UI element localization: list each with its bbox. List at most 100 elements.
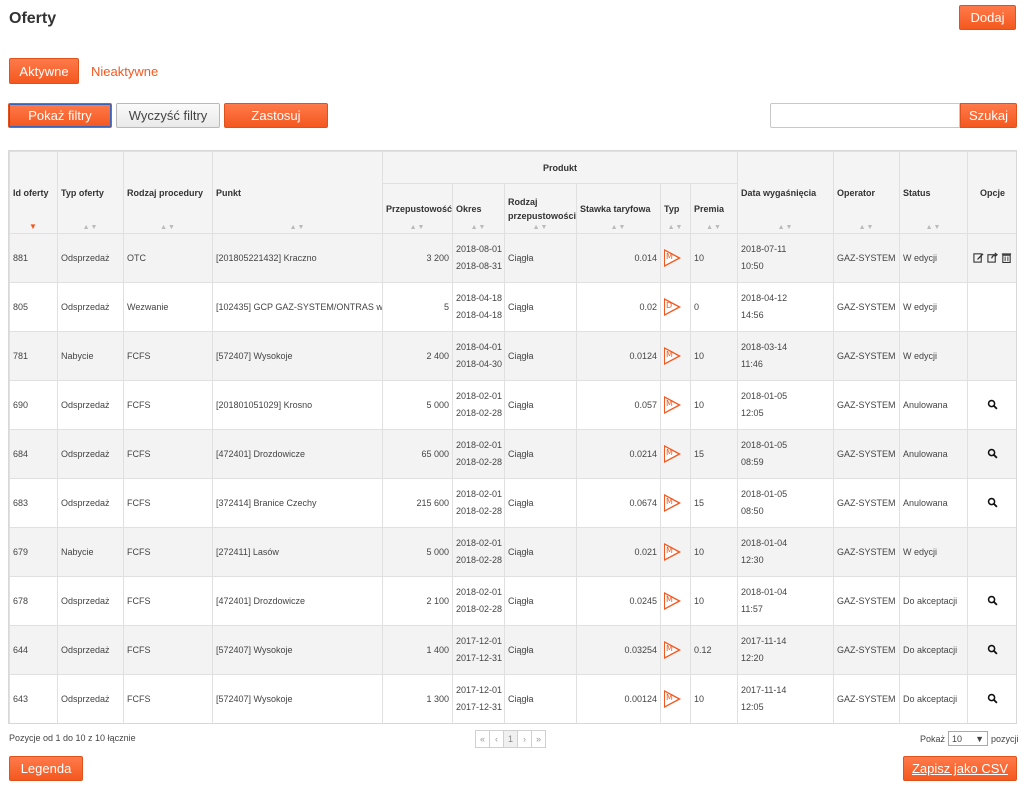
cell-operator: GAZ-SYSTEM — [833, 233, 901, 283]
table-row[interactable]: 684 Odsprzedaż FCFS [472401] Drozdowicze 65 … — [9, 429, 1016, 479]
table-row[interactable]: 881 Odsprzedaż OTC [201805221432] Kraczno 3 … — [9, 233, 1016, 283]
cell-type: Odsprzedaż — [57, 282, 124, 332]
cell-period: 2018-02-01 2018-02-28 — [452, 429, 505, 479]
cell-status: Do akceptacji — [899, 674, 969, 723]
cell-capacity-kind: Ciągła — [504, 527, 577, 577]
cell-tariff: 0.021 — [576, 527, 661, 577]
sort-icon[interactable]: ▲▼ — [454, 224, 504, 231]
cell-id: 683 — [9, 478, 58, 528]
table-row[interactable]: 678 Odsprzedaż FCFS [472401] Drozdowicze 2 1… — [9, 576, 1016, 626]
tab-inactive[interactable]: Nieaktywne — [91, 58, 158, 84]
page-size-select[interactable]: 10 ▼ — [948, 731, 989, 746]
cell-procedure: FCFS — [123, 576, 213, 626]
sort-icon[interactable]: ▲▼ — [214, 224, 382, 231]
search-input[interactable] — [770, 103, 960, 128]
sort-icon[interactable]: ▲▼ — [739, 224, 833, 231]
table-row[interactable]: 781 Nabycie FCFS [572407] Wysokoje 2 400 2018… — [9, 331, 1016, 381]
cell-operator: GAZ-SYSTEM — [833, 674, 901, 723]
flag-icon: M — [664, 445, 681, 463]
cell-id: 684 — [9, 429, 58, 479]
cell-operator: GAZ-SYSTEM — [833, 331, 901, 381]
flag-icon: M — [664, 396, 681, 414]
cell-expiry: 2018-01-05 08:59 — [737, 429, 835, 479]
legend-button[interactable]: Legenda — [9, 756, 83, 781]
share-icon[interactable] — [987, 251, 999, 265]
prev-page-button[interactable]: ‹ — [489, 730, 504, 748]
sort-desc-icon[interactable]: ▼ — [11, 222, 57, 231]
table-row[interactable]: 644 Odsprzedaż FCFS [572407] Wysokoje 1 400 2… — [9, 625, 1016, 675]
apply-filters-button[interactable]: Zastosuj — [224, 103, 328, 128]
search-button[interactable]: Szukaj — [960, 103, 1017, 128]
first-page-button[interactable]: « — [475, 730, 490, 748]
sort-icon[interactable]: ▲▼ — [578, 224, 660, 231]
sort-icon[interactable]: ▲▼ — [59, 224, 123, 231]
sort-icon[interactable]: ▲▼ — [506, 224, 576, 231]
cell-tariff: 0.057 — [576, 380, 661, 430]
cell-point: [372414] Branice Czechy — [212, 478, 383, 528]
trash-icon[interactable] — [1001, 252, 1012, 265]
table-row[interactable]: 643 Odsprzedaż FCFS [572407] Wysokoje 1 300 2… — [9, 674, 1016, 723]
col-header-type[interactable]: Typ oferty ▲▼ — [57, 151, 124, 234]
cell-expiry: 2017-11-14 12:20 — [737, 625, 835, 675]
col-header-status[interactable]: Status ▲▼ — [899, 151, 969, 234]
search-icon[interactable] — [987, 448, 998, 461]
search-icon[interactable] — [987, 399, 998, 412]
col-header-capacity[interactable]: Przepustowość ▲▼ — [382, 183, 453, 234]
col-header-premium[interactable]: Premia ▲▼ — [689, 183, 739, 234]
table-row[interactable]: 690 Odsprzedaż FCFS [201801051029] Krosno 5 … — [9, 380, 1016, 430]
table-row[interactable]: 679 Nabycie FCFS [272411] Lasów 5 000 2018-02… — [9, 527, 1016, 577]
col-header-operator[interactable]: Operator ▲▼ — [833, 151, 901, 234]
cell-tariff: 0.02 — [576, 282, 661, 332]
sort-icon[interactable]: ▲▼ — [692, 224, 737, 231]
col-header-id[interactable]: Id oferty ▼ — [9, 151, 58, 234]
cell-type: Nabycie — [57, 331, 124, 381]
cell-procedure: FCFS — [123, 331, 213, 381]
sort-icon[interactable]: ▲▼ — [901, 224, 967, 231]
search-icon[interactable] — [987, 595, 998, 608]
cell-type: Odsprzedaż — [57, 380, 124, 430]
cell-type: Odsprzedaż — [57, 674, 124, 723]
cell-type: Odsprzedaż — [57, 625, 124, 675]
cell-id: 805 — [9, 282, 58, 332]
flag-icon: M — [664, 543, 681, 561]
cell-type: Odsprzedaż — [57, 576, 124, 626]
tab-active[interactable]: Aktywne — [9, 58, 79, 84]
sort-icon[interactable]: ▲▼ — [384, 224, 452, 231]
pagination: « ‹ 1 › » — [475, 730, 546, 748]
col-header-options: Opcje — [967, 151, 1016, 234]
cell-premium: 10 — [689, 331, 739, 381]
current-page-button[interactable]: 1 — [503, 730, 518, 748]
search-icon[interactable] — [987, 497, 998, 510]
table-row[interactable]: 805 Odsprzedaż Wezwanie [102435] GCP GAZ-SY… — [9, 282, 1016, 332]
cell-type: Nabycie — [57, 527, 124, 577]
last-page-button[interactable]: » — [531, 730, 546, 748]
col-header-procedure[interactable]: Rodzaj procedury ▲▼ — [123, 151, 213, 234]
clear-filters-button[interactable]: Wyczyść filtry — [116, 103, 220, 128]
show-filters-button[interactable]: Pokaż filtry — [8, 103, 112, 128]
edit-icon[interactable] — [973, 252, 984, 265]
cell-tariff: 0.014 — [576, 233, 661, 283]
chevron-down-icon: ▼ — [975, 733, 985, 744]
col-header-expiry[interactable]: Data wygaśnięcia ▲▼ — [737, 151, 835, 234]
col-header-capacity-kind[interactable]: Rodzaj przepustowości ▲▼ — [504, 183, 577, 234]
cell-id: 644 — [9, 625, 58, 675]
table-row[interactable]: 683 Odsprzedaż FCFS [372414] Branice Czechy… — [9, 478, 1016, 528]
col-header-tariff[interactable]: Stawka taryfowa ▲▼ — [576, 183, 661, 234]
col-header-typ[interactable]: Typ ▲▼ — [660, 183, 691, 234]
sort-icon[interactable]: ▲▼ — [835, 224, 899, 231]
cell-options — [967, 233, 1016, 283]
search-icon[interactable] — [987, 644, 998, 657]
export-csv-button[interactable]: Zapisz jako CSV — [903, 756, 1017, 781]
sort-icon[interactable]: ▲▼ — [662, 224, 690, 231]
cell-period: 2017-12-01 2017-12-31 — [452, 674, 505, 723]
sort-icon[interactable]: ▲▼ — [125, 224, 212, 231]
cell-tariff: 0.0124 — [576, 331, 661, 381]
add-button[interactable]: Dodaj — [959, 5, 1016, 30]
col-header-period[interactable]: Okres ▲▼ — [452, 183, 505, 234]
search-icon[interactable] — [987, 693, 998, 706]
cell-options — [967, 429, 1016, 479]
next-page-button[interactable]: › — [517, 730, 532, 748]
flag-icon: M — [664, 592, 681, 610]
cell-period: 2017-12-01 2017-12-31 — [452, 625, 505, 675]
col-header-point[interactable]: Punkt ▲▼ — [212, 151, 383, 234]
